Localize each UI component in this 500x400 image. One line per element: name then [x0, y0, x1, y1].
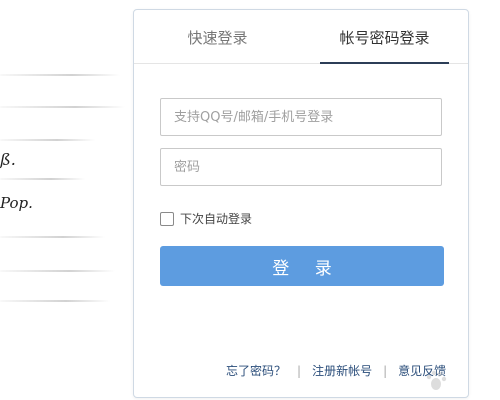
tab-password-login[interactable]: 帐号密码登录: [301, 10, 468, 64]
paw-icon: [426, 370, 447, 390]
tab-quick-login[interactable]: 快速登录: [134, 10, 301, 63]
notebook-line: [0, 178, 85, 180]
password-field[interactable]: [160, 148, 442, 186]
notebook-line: [0, 236, 105, 238]
notebook-line: [0, 74, 120, 76]
link-separator: |: [297, 363, 302, 378]
auto-login-label: 下次自动登录: [180, 212, 253, 226]
footer-links: 忘了密码？ | 注册新帐号 | 意见反馈: [226, 362, 446, 379]
handwriting-text: ß.: [0, 150, 16, 169]
link-separator: |: [383, 363, 388, 378]
notebook-line: [0, 270, 115, 272]
login-tabs: 快速登录 帐号密码登录: [134, 10, 468, 64]
auto-login-option[interactable]: 下次自动登录: [160, 210, 252, 227]
login-panel: 快速登录 帐号密码登录 下次自动登录 登 录 忘了密码？ | 注册新帐号 | 意…: [133, 9, 469, 398]
notebook-background: ß. Pop.: [0, 0, 130, 400]
notebook-line: [0, 139, 95, 141]
handwriting-text: Pop.: [0, 194, 33, 212]
notebook-line: [0, 300, 110, 302]
login-button[interactable]: 登 录: [160, 246, 444, 286]
account-field[interactable]: [160, 98, 442, 136]
forgot-password-link[interactable]: 忘了密码？: [226, 362, 286, 379]
watermark-logo: [424, 368, 494, 396]
account-input[interactable]: [161, 99, 441, 135]
notebook-line: [0, 106, 125, 108]
password-input[interactable]: [161, 149, 441, 185]
auto-login-checkbox[interactable]: [160, 211, 174, 226]
register-link[interactable]: 注册新帐号: [312, 362, 372, 379]
